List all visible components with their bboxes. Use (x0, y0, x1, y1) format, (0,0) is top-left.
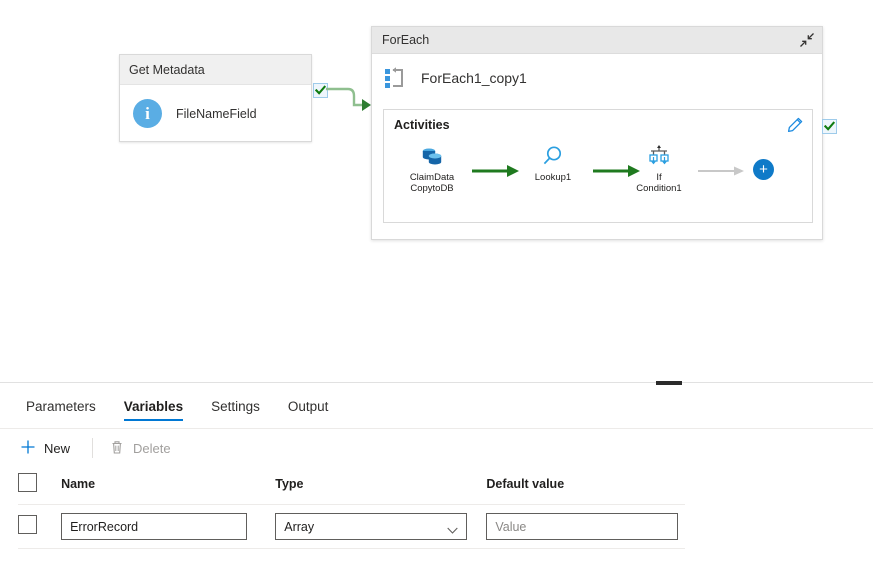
activity-chain: ClaimData CopytoDB Lookup1 If Condition1… (384, 142, 814, 212)
variable-name-input[interactable] (61, 513, 248, 540)
collapse-diagonal-arrows-icon[interactable] (799, 32, 815, 48)
activity-node-if-condition1[interactable]: If Condition1 (623, 142, 695, 194)
arrow-ifcondition-to-add (698, 166, 744, 176)
variable-default-value-input[interactable] (486, 513, 679, 540)
row-select-cell (18, 504, 62, 549)
foreach-title-row: ForEach1_copy1 (372, 54, 822, 90)
tab-variables-label: Variables (123, 399, 184, 414)
add-activity-label: + (759, 161, 768, 178)
table-header-row: Name Type Default value (18, 467, 685, 505)
tab-settings[interactable]: Settings (197, 385, 274, 429)
loop-icon (384, 66, 408, 90)
row-default-value-cell (486, 504, 685, 549)
activity-node-claimdata-copytodb[interactable]: ClaimData CopytoDB (396, 142, 468, 194)
activity-node-lookup1[interactable]: Lookup1 (517, 142, 589, 183)
copy-data-icon (396, 142, 468, 168)
connector-get-metadata-to-foreach (326, 87, 371, 111)
tab-output-label: Output (287, 399, 329, 414)
tab-output[interactable]: Output (274, 385, 343, 429)
toolbar-separator (92, 438, 94, 458)
activity-node-get-metadata[interactable]: Get Metadata i FileNameField (119, 54, 312, 142)
tab-variables[interactable]: Variables (110, 385, 197, 429)
trash-icon (109, 439, 125, 458)
get-metadata-body: i FileNameField (120, 85, 311, 142)
if-condition-icon (623, 142, 695, 168)
column-header-default-value: Default value (486, 467, 685, 505)
variable-type-value: Array (284, 519, 315, 534)
activities-label: Activities (394, 118, 450, 132)
foreach-header: ForEach (372, 27, 822, 54)
get-metadata-header-label: Get Metadata (129, 62, 205, 77)
properties-panel: Parameters Variables Settings Output New (0, 385, 873, 567)
foreach-header-label: ForEach (382, 33, 430, 47)
activity-label-line2: CopytoDB (410, 183, 454, 194)
activities-subcanvas[interactable]: Activities ClaimData CopytoDB Lookup1 If… (383, 109, 813, 223)
tab-parameters[interactable]: Parameters (12, 385, 110, 429)
splitter-rail (0, 382, 873, 383)
select-all-checkbox[interactable] (18, 473, 37, 492)
new-variable-button[interactable]: New (18, 433, 82, 463)
variables-table: Name Type Default value ErrorRecord Arra… (18, 467, 685, 549)
variable-type-select-wrap: Array (275, 513, 468, 540)
panel-tabs: Parameters Variables Settings Output (0, 385, 873, 429)
pencil-icon[interactable] (787, 117, 803, 133)
activity-label-line1: Lookup1 (534, 172, 572, 183)
variables-table-wrap: Name Type Default value ErrorRecord Arra… (0, 467, 873, 549)
row-name-cell (61, 504, 276, 549)
delete-variable-label: Delete (133, 440, 171, 456)
activity-label-line1: If (656, 172, 662, 183)
green-check-icon-foreach[interactable] (822, 119, 837, 134)
row-checkbox[interactable] (18, 514, 37, 534)
column-header-type: Type (275, 467, 487, 505)
activity-container-foreach[interactable]: ForEach ForEach1_copy1 Activities ClaimD… (371, 26, 823, 240)
tab-settings-label: Settings (211, 399, 260, 414)
tab-parameters-label: Parameters (26, 399, 96, 414)
variables-toolbar: New Delete (0, 429, 873, 467)
column-header-name: Name (61, 467, 276, 505)
arrow-claimdata-to-lookup (472, 165, 519, 177)
variable-type-select[interactable]: Array (275, 513, 468, 540)
delete-variable-button[interactable]: Delete (107, 433, 183, 463)
foreach-activity-name: ForEach1_copy1 (421, 70, 527, 86)
get-metadata-header: Get Metadata (120, 55, 311, 85)
add-activity-button[interactable]: + (753, 159, 774, 180)
get-metadata-activity-label: FileNameField (176, 106, 257, 121)
activity-label-line1: ClaimData (409, 172, 455, 183)
plus-icon (20, 439, 36, 458)
lookup-magnifier-icon (517, 142, 589, 168)
row-type-cell: Array (275, 504, 487, 549)
pipeline-canvas[interactable]: Get Metadata i FileNameField ForEach For… (0, 0, 873, 381)
activity-label-line2: Condition1 (636, 183, 682, 194)
new-variable-label: New (44, 440, 71, 456)
select-all-header (18, 467, 62, 505)
pipeline-editor: Get Metadata i FileNameField ForEach For… (0, 0, 873, 567)
info-icon: i (133, 99, 162, 128)
table-row: Array (18, 504, 685, 549)
